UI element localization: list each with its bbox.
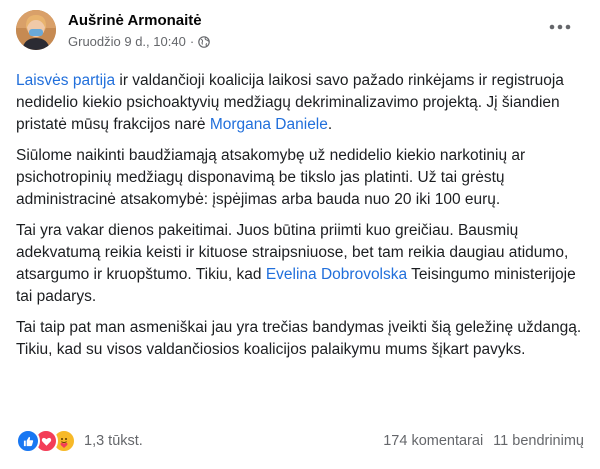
post-paragraph: Siūlome naikinti baudžiamąją atsakomybę …: [16, 145, 584, 211]
engagement-stats: 174 komentarai 11 bendrinimų: [383, 433, 584, 449]
separator-dot: ·: [189, 33, 195, 49]
post-paragraph: Laisvės partija ir valdančioji koalicija…: [16, 70, 584, 136]
more-options-icon: [549, 17, 571, 35]
author-name[interactable]: Aušrinė Armonaitė: [68, 11, 210, 30]
reactions-summary[interactable]: 1,3 tūkst.: [16, 429, 143, 453]
post-header: Aušrinė Armonaitė Gruodžio 9 d., 10:40 ·: [16, 6, 210, 54]
shares-count[interactable]: 11 bendrinimų: [493, 433, 584, 449]
reaction-icons: [16, 429, 76, 453]
avatar[interactable]: [16, 10, 56, 50]
profile-link[interactable]: Morgana Daniele: [210, 116, 328, 133]
post-paragraph: Tai yra vakar dienos pakeitimai. Juos bū…: [16, 220, 584, 308]
post-meta: Aušrinė Armonaitė Gruodžio 9 d., 10:40 ·: [68, 11, 210, 50]
profile-link[interactable]: Evelina Dobrovolska: [266, 266, 407, 283]
like-reaction-icon: [16, 429, 40, 453]
paragraph-text: Siūlome naikinti baudžiamąją atsakomybę …: [16, 147, 526, 208]
facebook-post: Aušrinė Armonaitė Gruodžio 9 d., 10:40 ·: [0, 0, 600, 469]
globe-icon[interactable]: [198, 35, 210, 48]
post-body: Laisvės partija ir valdančioji koalicija…: [16, 70, 584, 370]
post-subline: Gruodžio 9 d., 10:40 ·: [68, 33, 210, 50]
post-footer: 1,3 tūkst. 174 komentarai 11 bendrinimų: [16, 428, 584, 454]
post-paragraph: Tai taip pat man asmeniškai jau yra treč…: [16, 317, 584, 361]
reaction-count: 1,3 tūkst.: [84, 433, 143, 449]
profile-link[interactable]: Laisvės partija: [16, 72, 115, 89]
more-options-button[interactable]: [542, 8, 578, 44]
comments-count[interactable]: 174 komentarai: [383, 433, 483, 449]
paragraph-text: Tai taip pat man asmeniškai jau yra treč…: [16, 319, 582, 358]
paragraph-text: .: [327, 116, 333, 133]
post-timestamp[interactable]: Gruodžio 9 d., 10:40: [68, 33, 186, 50]
